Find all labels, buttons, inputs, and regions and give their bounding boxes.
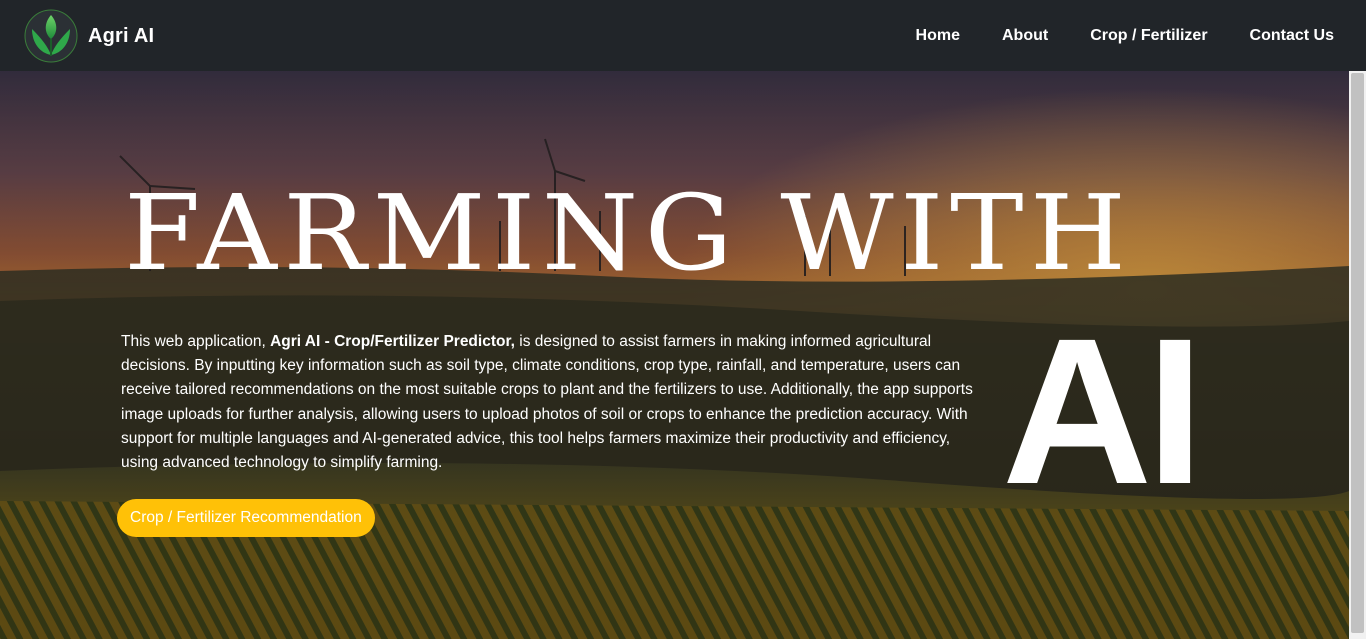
headline-ai: AI — [1002, 296, 1204, 528]
navbar: Agri AI Home About Crop / Fertilizer Con… — [0, 0, 1366, 71]
hero-description: This web application, Agri AI - Crop/Fer… — [121, 330, 989, 475]
nav-link-crop-fertilizer[interactable]: Crop / Fertilizer — [1090, 27, 1207, 45]
description-intro: This web application, — [121, 333, 271, 350]
brand-link[interactable]: Agri AI — [24, 9, 154, 63]
nav-link-about[interactable]: About — [1002, 27, 1048, 45]
headline-farming-with: FARMING WITH — [124, 172, 1133, 294]
brand-name: Agri AI — [88, 24, 155, 47]
description-body: is designed to assist farmers in making … — [121, 333, 973, 472]
nav-link-home[interactable]: Home — [916, 27, 960, 45]
scrollbar[interactable] — [1349, 71, 1366, 639]
scrollbar-thumb[interactable] — [1351, 73, 1364, 633]
nav-links: Home About Crop / Fertilizer Contact Us — [874, 0, 1334, 71]
leaf-logo-icon — [24, 9, 78, 63]
description-app-name: Agri AI - Crop/Fertilizer Predictor, — [270, 333, 515, 350]
crop-fertilizer-recommendation-button[interactable]: Crop / Fertilizer Recommendation — [117, 499, 375, 537]
nav-link-contact-us[interactable]: Contact Us — [1250, 27, 1334, 45]
hero-section: FARMING WITH AI This web application, Ag… — [0, 71, 1349, 639]
